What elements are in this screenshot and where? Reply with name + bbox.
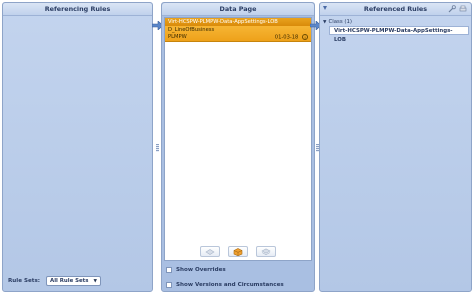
rule-sets-value: All Rule Sets [50, 278, 89, 284]
left-splitter-handle[interactable] [156, 144, 159, 152]
show-overrides-checkbox[interactable] [166, 267, 172, 273]
center-button[interactable] [228, 246, 248, 257]
show-overrides-option[interactable]: Show Overrides [166, 265, 284, 275]
data-page-item-name: Virt-HCSPW-PLMPW-Data-AppSettings-LOB [165, 18, 311, 26]
show-versions-option[interactable]: Show Versions and Circumstances [166, 280, 284, 290]
expand-triangle-icon[interactable]: ▼ [323, 20, 326, 25]
data-page-item-details: D_LineOfBusiness PLMPW 01-03-18 i [165, 26, 311, 42]
show-versions-label: Show Versions and Circumstances [176, 282, 284, 288]
show-versions-checkbox[interactable] [166, 282, 172, 288]
show-overrides-label: Show Overrides [176, 267, 226, 273]
data-page-options: Show Overrides Show Versions and Circums… [166, 265, 284, 295]
stack-icon [261, 248, 271, 255]
data-page-toolbar [165, 246, 311, 257]
collapse-button[interactable] [200, 246, 220, 257]
referencing-rules-title: Referencing Rules [3, 3, 152, 16]
chevron-down-icon: ▼ [93, 278, 98, 284]
panel-actions [448, 5, 467, 13]
orange-cube-icon [233, 247, 243, 256]
data-page-item[interactable]: Virt-HCSPW-PLMPW-Data-AppSettings-LOB D_… [165, 18, 311, 42]
stack-icon [205, 249, 215, 255]
print-icon[interactable] [459, 5, 467, 13]
data-page-item-version: 01-03-18 [274, 34, 299, 41]
wrench-icon[interactable] [448, 5, 456, 13]
data-page-item-key: D_LineOfBusiness [168, 27, 215, 33]
data-page-item-ruleset: PLMPW [168, 34, 187, 41]
tree-group-class[interactable]: ▼ Class (1) [323, 18, 469, 26]
rule-sets-filter: Rule Sets: All Rule Sets ▼ [8, 276, 102, 286]
tree-group-label: Class (1) [328, 19, 353, 25]
rule-sets-dropdown[interactable]: All Rule Sets ▼ [46, 276, 102, 286]
referencing-rules-panel: Referencing Rules Rule Sets: All Rule Se… [2, 2, 153, 292]
referenced-rules-panel: Referenced Rules ▼ Class (1) Virt-HCSPW-… [319, 2, 472, 292]
tree-leaf-rule[interactable]: Virt-HCSPW-PLMPW-Data-AppSettings-LOB [329, 26, 469, 43]
expand-button[interactable] [256, 246, 276, 257]
data-page-list: Virt-HCSPW-PLMPW-Data-AppSettings-LOB D_… [164, 17, 312, 261]
referenced-rules-tree: ▼ Class (1) Virt-HCSPW-PLMPW-Data-AppSet… [323, 18, 469, 43]
panel-pin-icon[interactable] [322, 5, 328, 11]
info-icon[interactable]: i [302, 34, 308, 40]
data-page-panel: Data Page Virt-HCSPW-PLMPW-Data-AppSetti… [161, 2, 315, 292]
rule-sets-label: Rule Sets: [8, 278, 41, 284]
data-page-title: Data Page [162, 3, 314, 16]
